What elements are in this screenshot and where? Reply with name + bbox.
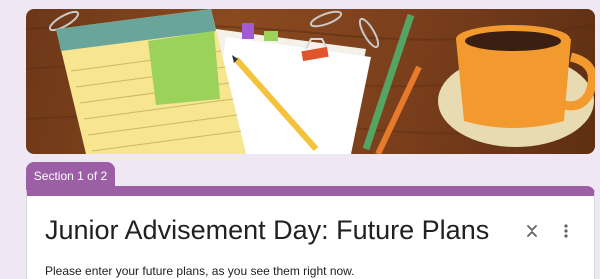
- collapse-section-icon: [527, 225, 537, 237]
- form-title: Junior Advisement Day: Future Plans: [45, 215, 490, 245]
- header-banner-image: [26, 9, 595, 154]
- collapse-section-button[interactable]: [521, 220, 543, 242]
- form-description: Please enter your future plans, as you s…: [45, 264, 355, 278]
- form-header-card: Junior Advisement Day: Future Plans Plea…: [26, 186, 595, 279]
- more-options-button[interactable]: [555, 220, 577, 242]
- banner-illustration: [26, 9, 595, 154]
- more-vert-icon: [564, 224, 568, 238]
